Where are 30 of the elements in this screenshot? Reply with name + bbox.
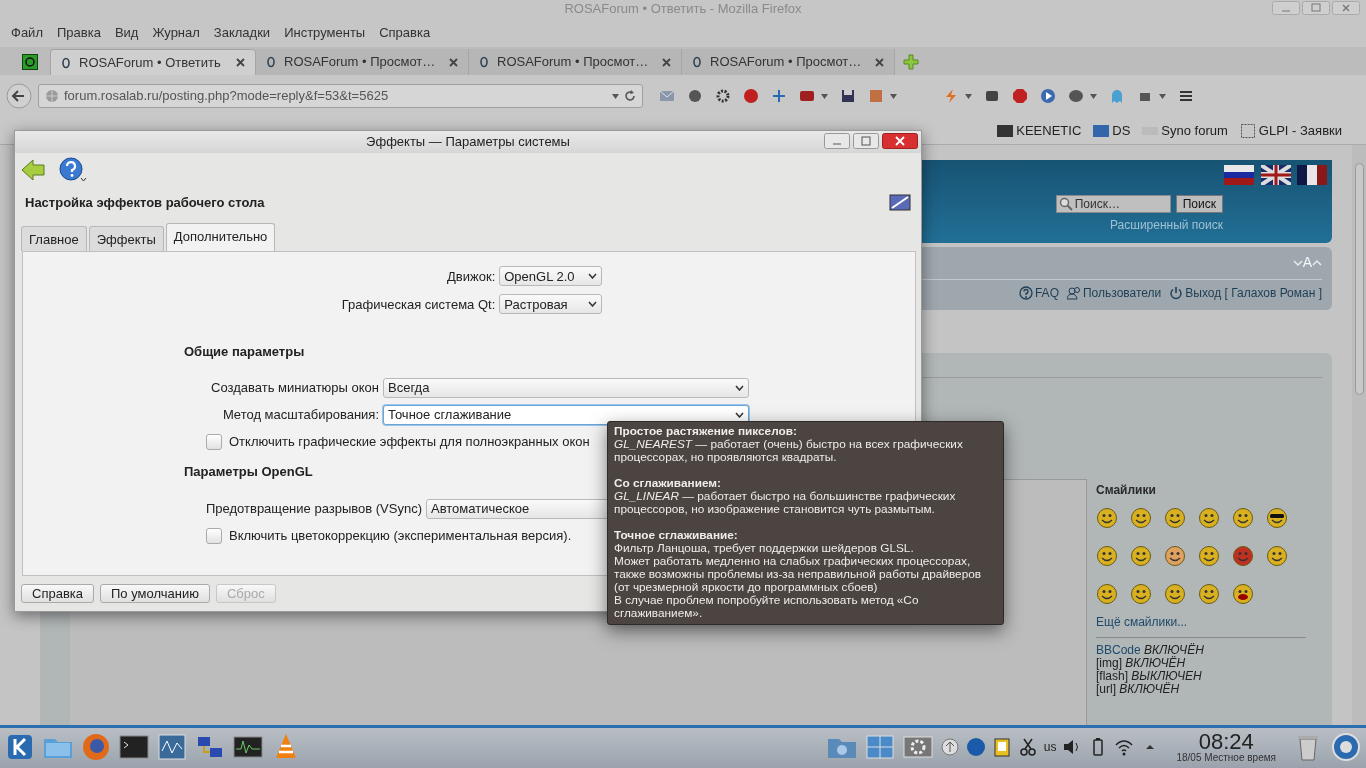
tab-title: ROSAForum • Просмот… <box>710 53 863 72</box>
field-label: Создавать миниатюры окон <box>210 379 379 398</box>
bbcode-status: [flash] ВЫКЛЮЧЕН <box>1096 670 1203 683</box>
tooltip-text: Фильтр Ланцоша, требует поддержки шейдеров GLSL. <box>614 542 915 555</box>
tooltip-text: В случае проблем попробуйте использовать метод «Со сглаживанием». <box>614 594 920 620</box>
tab-title: ROSAForum • Просмот… <box>497 53 650 72</box>
clock-date: 18/05 Местное время <box>1176 752 1276 763</box>
checkbox-label: Отключить графические эффекты для полноэкранных окон <box>229 432 590 451</box>
sidebar-heading: Смайлики <box>1096 482 1157 499</box>
section-heading: Параметры OpenGL <box>184 464 313 480</box>
bbcode-status: BBCode ВКЛЮЧЁН <box>1096 644 1205 657</box>
tooltip-heading: Точное сглаживание: <box>614 529 739 542</box>
window-title: ROSAForum • Ответить - Mozilla Firefox <box>564 0 802 19</box>
field-label: Графическая система Qt: <box>341 295 496 314</box>
checkbox-label: Включить цветокоррекцию (экспериментальная версия). <box>229 526 572 545</box>
dialog-heading: Настройка эффектов рабочего стола <box>25 194 265 213</box>
tooltip-heading: Со сглаживанием: <box>614 477 722 490</box>
tooltip-heading: Простое растяжение пикселов: <box>614 425 798 438</box>
section-heading: Общие параметры <box>184 344 305 360</box>
tab-title: ROSAForum • Просмот… <box>284 53 437 72</box>
field-label: Предотвращение разрывов (VSync) <box>204 500 422 519</box>
window-title: Эффекты — Параметры системы <box>366 133 570 152</box>
field-label: Движок: <box>446 267 496 286</box>
field-label: Метод масштабирования: <box>221 406 379 425</box>
bbcode-status: [img] ВКЛЮЧЁН <box>1096 657 1187 670</box>
tooltip-text: GL_NEAREST — работает (очень) быстро на всех графических процессорах, но проявляются квадраты. <box>614 438 964 464</box>
tab-title: ROSAForum • Ответить <box>79 53 222 72</box>
bbcode-status: [url] ВКЛЮЧЁН <box>1096 683 1181 696</box>
font-size-label: A <box>1302 253 1312 272</box>
tooltip-text: Может работать медленно на слабых графических процессорах, также возможны проблемы из-за неправильной работы драйверов (от чрезмерной яркости до программных сбоев) <box>614 555 983 594</box>
